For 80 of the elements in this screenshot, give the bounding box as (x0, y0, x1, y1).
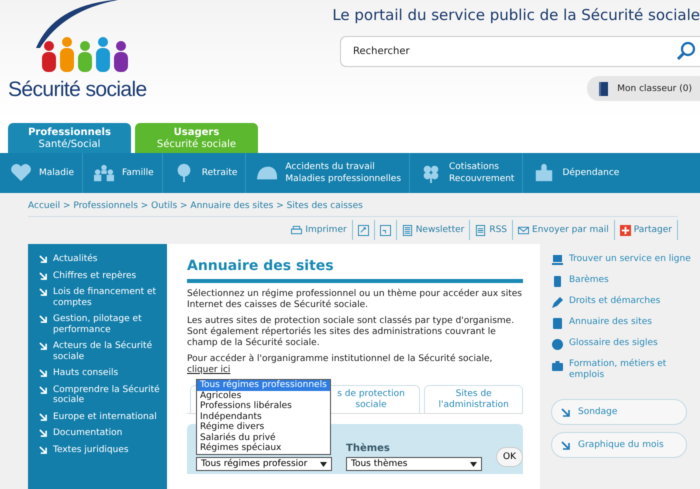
dropdown-option[interactable]: Régimes spéciaux (197, 443, 330, 454)
sidebar-item[interactable]: Textes juridiques (39, 444, 163, 455)
briefcase-icon (552, 360, 563, 371)
binder-button[interactable]: Mon classeur (0) (587, 76, 700, 101)
link[interactable]: cliquer ici (187, 365, 230, 375)
logo-text: Sécurité sociale (8, 78, 147, 102)
sidebar-item[interactable]: Chiffres et repères (39, 270, 163, 281)
family-icon (93, 163, 116, 183)
arrow-icon (39, 288, 47, 296)
breadcrumb[interactable]: Accueil > Professionnels > Outils > Annuaire des sites > Sites des caisses (28, 201, 678, 217)
arrow-icon (39, 255, 47, 263)
dropdown-option[interactable]: Indépendants (197, 412, 330, 422)
sidebar-item[interactable]: Acteurs de la Sécurité sociale (39, 341, 163, 362)
arrow-icon (561, 440, 570, 450)
newsletter-icon (402, 224, 413, 236)
nav-item[interactable]: Accidents du travail Maladies professionnelles (246, 153, 410, 193)
print-icon (291, 224, 302, 236)
tool-link[interactable]: Partager (614, 220, 678, 240)
nav-item[interactable]: Cotisations Recouvrement (410, 153, 524, 193)
sidebar-item[interactable]: Hauts conseils (39, 368, 163, 378)
arrow-icon (39, 369, 47, 377)
arrow-icon (39, 342, 47, 350)
share-icon (620, 224, 631, 236)
search-icon[interactable] (676, 41, 696, 61)
service-link[interactable]: Annuaire des sites (552, 317, 700, 329)
nav-item[interactable]: Maladie (0, 153, 84, 193)
sidebar-item[interactable]: Europe et international (39, 412, 163, 422)
tool-link[interactable]: Newsletter (396, 220, 470, 240)
caret-icon (320, 462, 327, 466)
nav-item[interactable]: Retraite (162, 153, 246, 193)
sidebar-item[interactable]: Gestion, pilotage et performance (39, 314, 163, 335)
computer-icon (552, 255, 563, 266)
service-link[interactable]: Droits et démarches (552, 296, 700, 308)
paragraph: Pour accéder à l'organigramme institutionnel de la Sécurité sociale, cliquer ici (187, 354, 494, 376)
nav-item[interactable]: Dépendance (523, 153, 700, 193)
arrow-icon (39, 315, 47, 323)
heart-icon (10, 163, 32, 183)
pen-icon (552, 297, 563, 308)
tool-link[interactable]: RSS (470, 220, 514, 240)
service-link[interactable]: Trouver un service en ligne (552, 254, 700, 266)
arrow-icon (39, 412, 47, 420)
sidebar-item[interactable]: Comprendre la Sécurité sociale (39, 384, 163, 406)
themes-label: Thèmes (346, 443, 391, 454)
rss-icon (475, 224, 486, 236)
dropdown-option[interactable]: Tous régimes professionnels (197, 380, 330, 390)
regime-select[interactable]: Tous régimes professior (196, 457, 332, 471)
search-field[interactable]: Rechercher (340, 36, 700, 67)
ok-button[interactable]: OK (496, 447, 523, 467)
sidebar-item[interactable]: Actualités (39, 254, 163, 264)
nav-item[interactable]: Famille (83, 153, 163, 193)
feature-button[interactable]: Graphique du mois (551, 432, 687, 458)
caret-icon (470, 462, 477, 466)
arrow-icon (39, 386, 47, 394)
arrow-icon (561, 408, 570, 416)
audience-tab[interactable]: Usagers Sécurité sociale (135, 123, 258, 153)
service-link[interactable]: Formation, métiers et emplois (552, 359, 700, 381)
audience-tab[interactable]: Professionnels Santé/Social (8, 123, 131, 153)
mail-icon (518, 224, 530, 236)
globe-icon (552, 339, 563, 350)
paragraph: Les autres sites de protection sociale sont classés par type d'organisme. Sont également répertoriés les sites des administrations couvrant le champ de la Sécurité sociale. (187, 316, 516, 349)
tool-link[interactable]: Envoyer par mail (513, 220, 615, 240)
text-smaller-icon (380, 224, 391, 236)
service-link[interactable]: Barèmes (552, 275, 700, 287)
category-tab[interactable]: Sites de l'administration (424, 385, 524, 413)
dropdown-option[interactable]: Régime divers (197, 422, 330, 432)
arrow-icon (39, 446, 47, 454)
sidebar-item[interactable]: Documentation (39, 428, 163, 438)
arrow-icon (39, 429, 47, 437)
site-tagline: Le portail du service public de la Sécurité sociale (332, 6, 700, 24)
text-larger-icon (358, 224, 369, 236)
binder-icon (599, 80, 610, 96)
feature-button[interactable]: Sondage (551, 399, 687, 425)
paragraph: Sélectionnez un régime professionnel ou un thème pour accéder aux sites Internet des caisses de Sécurité sociale. (187, 289, 523, 311)
arrow-icon (39, 272, 47, 280)
tool-link[interactable]: Imprimer (286, 220, 353, 240)
dropdown-option[interactable]: Salariés du privé (197, 432, 330, 443)
service-link[interactable]: Glossaire des sigles (552, 338, 700, 350)
themes-select[interactable]: Tous thèmes (346, 457, 482, 471)
page-title: Annuaire des sites (187, 258, 335, 274)
sidebar-item[interactable]: Lois de financement et comptes (39, 287, 163, 308)
